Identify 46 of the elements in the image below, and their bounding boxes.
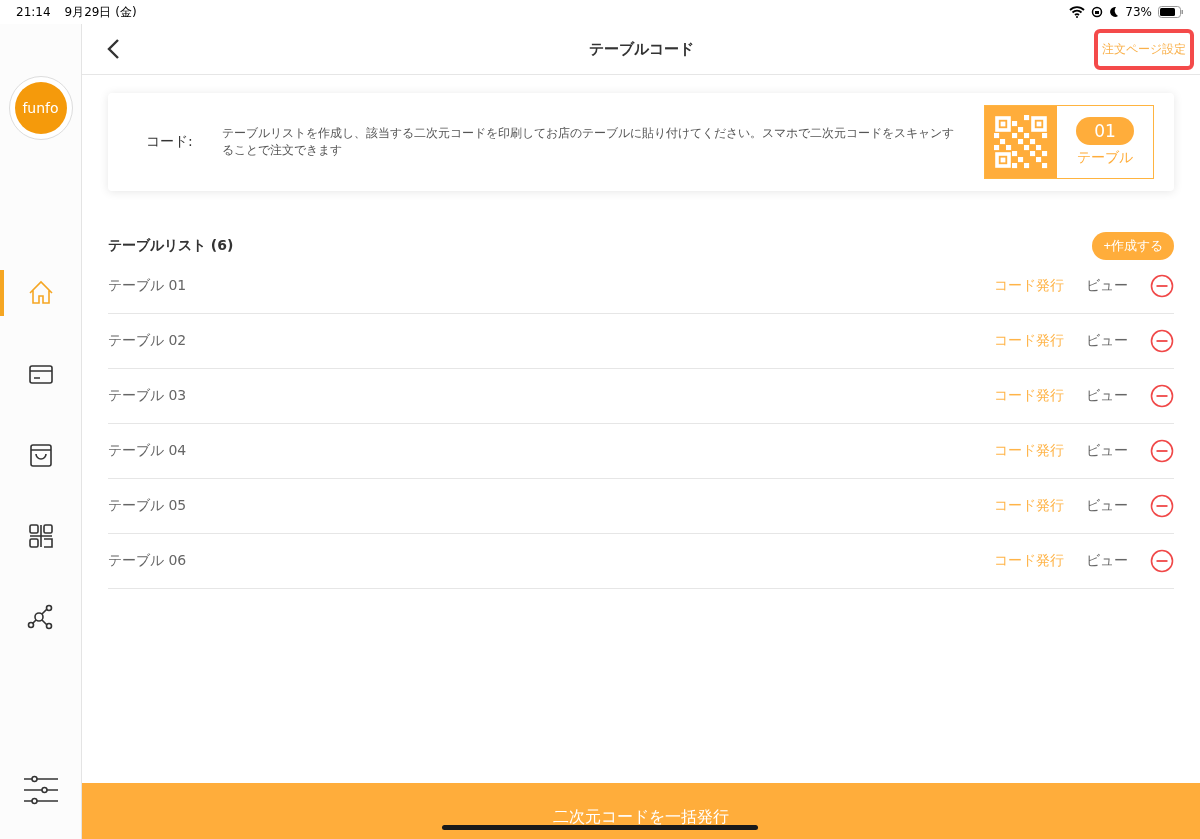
view-link[interactable]: ビュー — [1086, 497, 1128, 515]
remove-icon[interactable] — [1150, 329, 1174, 353]
issue-code-link[interactable]: コード発行 — [994, 442, 1064, 460]
view-link[interactable]: ビュー — [1086, 277, 1128, 295]
remove-icon[interactable] — [1150, 384, 1174, 408]
order-page-settings-button[interactable]: 注文ページ設定 — [1094, 28, 1194, 70]
table-number-pill: 01 — [1076, 117, 1134, 145]
table-name: テーブル 01 — [108, 277, 188, 295]
issue-code-link[interactable]: コード発行 — [994, 332, 1064, 350]
battery-percent: 73% — [1125, 5, 1152, 19]
table-name: テーブル 03 — [108, 387, 188, 405]
bulk-issue-button[interactable]: 二次元コードを一括発行 — [82, 783, 1200, 839]
code-label: コード: — [146, 133, 194, 151]
battery-icon — [1158, 6, 1184, 18]
view-link[interactable]: ビュー — [1086, 552, 1128, 570]
remove-icon[interactable] — [1150, 439, 1174, 463]
issue-code-link[interactable]: コード発行 — [994, 277, 1064, 295]
qr-code-icon — [26, 522, 55, 550]
remove-icon[interactable] — [1150, 549, 1174, 573]
moon-icon — [1109, 6, 1120, 18]
table-name: テーブル 02 — [108, 332, 188, 350]
remove-icon[interactable] — [1150, 494, 1174, 518]
status-date: 9月29日 (金) — [64, 3, 137, 21]
list-title: テーブルリスト (6) — [108, 237, 234, 255]
view-link[interactable]: ビュー — [1086, 332, 1128, 350]
table-name: テーブル 06 — [108, 552, 188, 570]
page-title: テーブルコード — [588, 39, 694, 59]
status-time: 21:14 — [16, 5, 51, 19]
view-link[interactable]: ビュー — [1086, 387, 1128, 405]
lock-rotation-icon — [1091, 6, 1104, 18]
create-button[interactable]: +作成する — [1092, 232, 1174, 260]
network-icon — [26, 603, 55, 631]
issue-code-link[interactable]: コード発行 — [994, 387, 1064, 405]
wifi-icon — [1069, 6, 1086, 18]
description-text: テーブルリストを作成し、該当する二次元コードを印刷してお店のテーブルに貼り付けてください。スマホで二次元コードをスキャンすることで注文できます — [222, 125, 955, 159]
view-link[interactable]: ビュー — [1086, 442, 1128, 460]
settings-icon[interactable] — [22, 775, 59, 805]
issue-code-link[interactable]: コード発行 — [994, 552, 1064, 570]
table-label: テーブル — [1077, 149, 1133, 167]
qr-code-icon — [994, 115, 1048, 169]
back-icon — [106, 38, 120, 60]
logo: funfo — [8, 76, 73, 140]
table-name: テーブル 05 — [108, 497, 188, 515]
issue-code-link[interactable]: コード発行 — [994, 497, 1064, 515]
table-name: テーブル 04 — [108, 442, 188, 460]
remove-icon[interactable] — [1150, 274, 1174, 298]
